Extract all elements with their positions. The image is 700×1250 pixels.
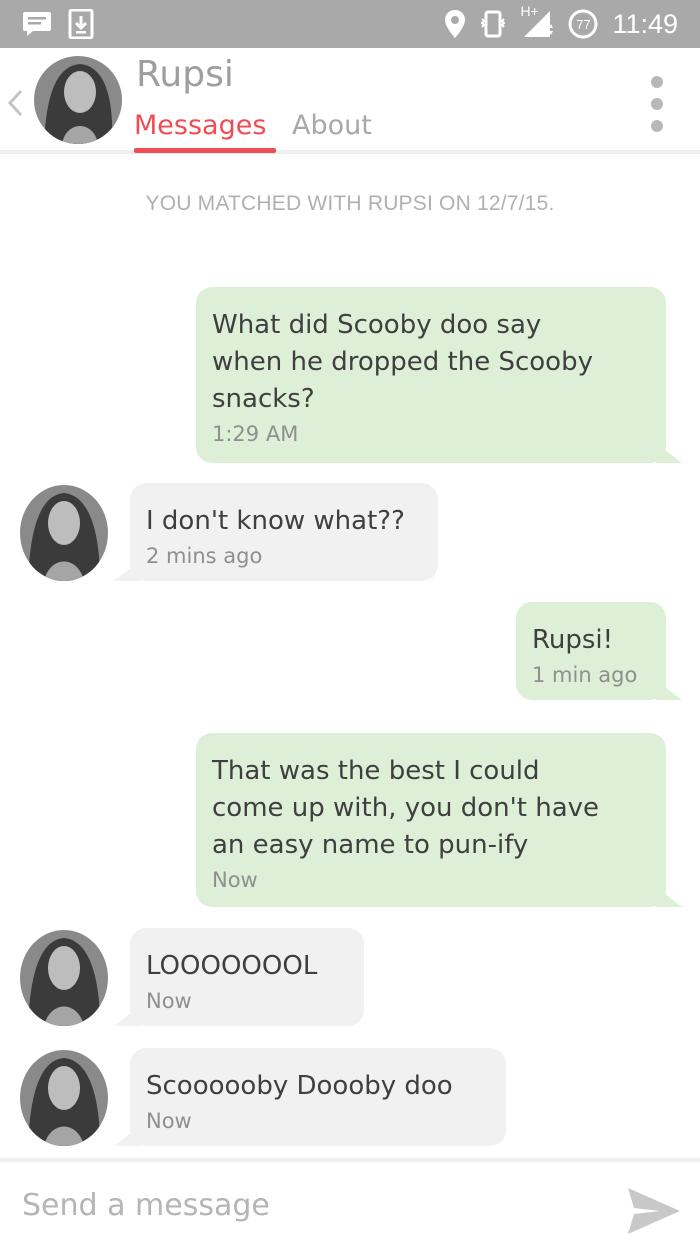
chat-header: Rupsi Messages About	[0, 48, 700, 154]
sender-avatar[interactable]	[20, 1050, 108, 1146]
message-bubble-incoming[interactable]: Scoooooby Doooby doo Now	[114, 1048, 506, 1146]
message-time: 1 min ago	[532, 663, 638, 687]
tab-about[interactable]: About	[292, 110, 372, 141]
message-composer	[0, 1158, 700, 1250]
sender-avatar[interactable]	[20, 485, 108, 581]
battery-icon: 77	[568, 9, 598, 39]
kebab-dot	[651, 120, 663, 132]
download-notification-icon	[68, 9, 94, 39]
kebab-dot	[651, 76, 663, 88]
match-avatar[interactable]	[34, 56, 122, 144]
tab-messages[interactable]: Messages	[134, 110, 266, 141]
message-bubble-incoming[interactable]: LOOOOOOOL Now	[114, 928, 364, 1026]
signal-icon: H+	[520, 3, 554, 41]
message-bubble-outgoing[interactable]: Rupsi! 1 min ago	[516, 602, 682, 700]
message-text: LOOOOOOOL	[146, 951, 318, 981]
send-icon	[628, 1188, 680, 1234]
message-text: That was the best I could come up with, …	[212, 756, 600, 860]
sender-avatar[interactable]	[20, 930, 108, 1026]
vibrate-icon	[480, 10, 506, 38]
more-options-button[interactable]	[646, 76, 668, 132]
chevron-left-icon	[7, 89, 23, 117]
back-button[interactable]	[4, 88, 26, 118]
message-time: Now	[212, 868, 258, 892]
avatar-photo	[34, 56, 122, 144]
status-time: 11:49	[612, 8, 678, 39]
message-time: Now	[146, 1109, 192, 1133]
send-button[interactable]	[624, 1184, 684, 1238]
avatar-photo	[20, 1050, 108, 1146]
message-text: What did Scooby doo say when he dropped …	[212, 310, 593, 414]
match-date-note: YOU MATCHED WITH RUPSI ON 12/7/15.	[145, 192, 555, 215]
message-bubble-outgoing[interactable]: That was the best I could come up with, …	[196, 733, 682, 907]
active-tab-indicator	[134, 148, 276, 153]
chat-notification-icon	[22, 11, 52, 37]
message-input[interactable]	[22, 1188, 582, 1223]
message-bubble-outgoing[interactable]: What did Scooby doo say when he dropped …	[196, 287, 682, 463]
message-time: 1:29 AM	[212, 422, 299, 446]
message-text: I don't know what??	[146, 506, 405, 536]
network-type-label: H+	[520, 3, 539, 19]
match-name: Rupsi	[136, 54, 234, 95]
battery-level: 77	[576, 16, 591, 32]
message-text: Rupsi!	[532, 625, 614, 655]
message-time: 2 mins ago	[146, 544, 263, 568]
avatar-photo	[20, 930, 108, 1026]
message-time: Now	[146, 989, 192, 1013]
location-pin-icon	[444, 9, 466, 39]
status-bar: H+ 77 11:49	[0, 0, 700, 48]
message-text: Scoooooby Doooby doo	[146, 1071, 453, 1101]
kebab-dot	[651, 98, 663, 110]
avatar-photo	[20, 485, 108, 581]
message-bubble-incoming[interactable]: I don't know what?? 2 mins ago	[114, 483, 438, 581]
